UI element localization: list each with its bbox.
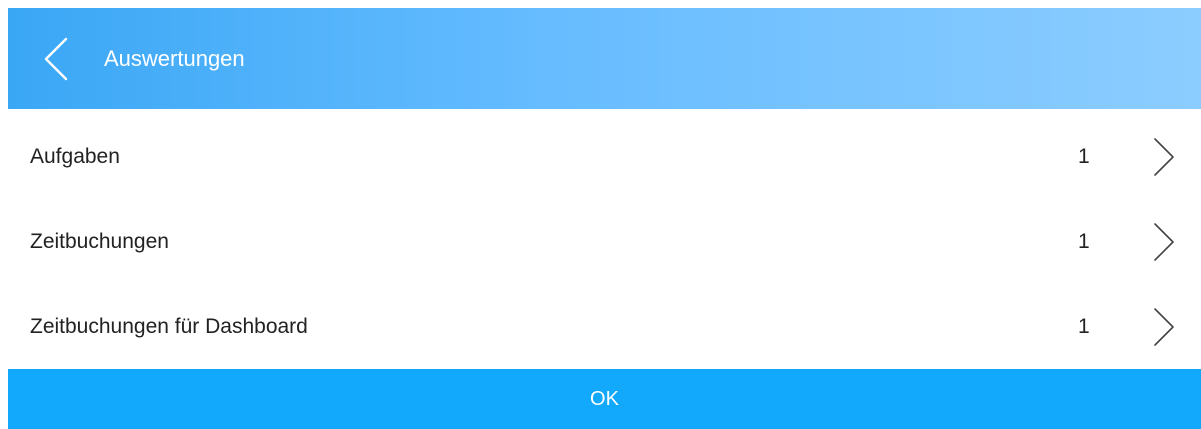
list-item-zeitbuchungen-dashboard[interactable]: Zeitbuchungen für Dashboard 1 (8, 279, 1201, 364)
page-title: Auswertungen (104, 46, 245, 71)
list-item-label: Zeitbuchungen für Dashboard (30, 315, 308, 338)
list-item-count: 1 (1078, 145, 1090, 168)
list-item-label: Aufgaben (30, 145, 120, 168)
header-bar: Auswertungen (8, 8, 1201, 109)
list-item-aufgaben[interactable]: Aufgaben 1 (8, 109, 1201, 194)
list-item-count: 1 (1078, 230, 1090, 253)
list-item-label: Zeitbuchungen (30, 230, 169, 253)
chevron-left-icon (40, 36, 76, 82)
list-item-count: 1 (1078, 315, 1090, 338)
ok-button[interactable]: OK (8, 369, 1201, 429)
chevron-right-icon (1152, 307, 1176, 347)
evaluation-list: Aufgaben 1 Zeitbuchungen 1 Zeitbuchungen… (8, 109, 1201, 364)
dialog: Auswertungen Aufgaben 1 Zeitbuchungen 1 … (0, 0, 1201, 429)
back-button[interactable] (40, 36, 76, 82)
list-item-zeitbuchungen[interactable]: Zeitbuchungen 1 (8, 194, 1201, 279)
chevron-right-icon (1152, 222, 1176, 262)
chevron-right-icon (1152, 137, 1176, 177)
